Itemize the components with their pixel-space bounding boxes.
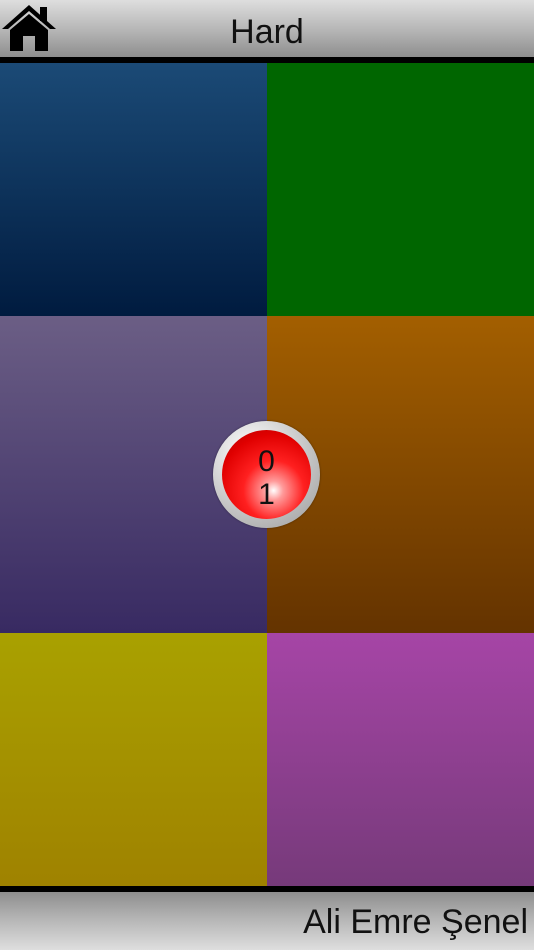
difficulty-title: Hard [230,13,304,51]
score-value: 0 [258,445,275,478]
author-credit: Ali Emre Şenel [303,903,528,941]
tile-green[interactable] [267,63,534,316]
tile-blue[interactable] [0,63,267,316]
footer-bar: Ali Emre Şenel [0,892,534,950]
game-screen: Hard 0 1 Ali Emre Şenel [0,0,534,950]
tile-magenta[interactable] [267,633,534,886]
header-bar: Hard [0,0,534,57]
score-counter-face: 0 1 [222,430,311,519]
level-value: 1 [258,478,275,511]
score-counter: 0 1 [213,421,320,528]
tile-yellow[interactable] [0,633,267,886]
